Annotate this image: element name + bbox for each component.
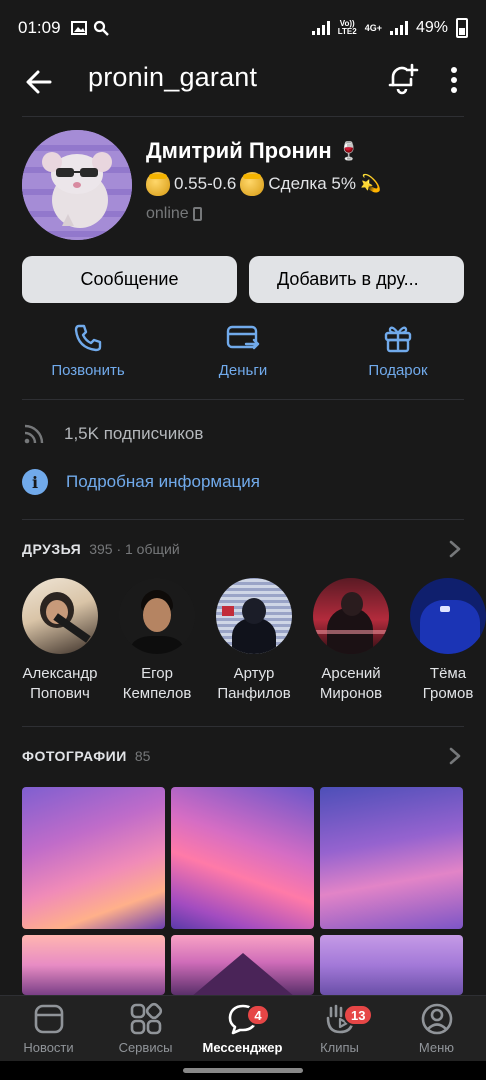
online-status: online	[146, 205, 202, 223]
info-icon: i	[22, 469, 48, 495]
friend-item[interactable]: Егор Кемпелов	[109, 578, 205, 704]
home-gesture-handle[interactable]	[183, 1068, 303, 1073]
rss-icon	[24, 424, 44, 444]
friends-header[interactable]: ДРУЗЬЯ 395 · 1 общий	[22, 541, 180, 557]
clips-badge: 13	[343, 1004, 374, 1026]
friend-item[interactable]: Тёма Громов	[400, 578, 486, 704]
profile-actions: Позвонить Деньги Подарок	[22, 322, 464, 382]
photos-header[interactable]: ФОТОГРАФИИ 85	[22, 748, 150, 764]
profile-status: 0.55-0.6 Сделка 5% 💫	[146, 172, 381, 196]
friend-item[interactable]: Арсений Миронов	[303, 578, 399, 704]
battery-icon	[456, 18, 468, 38]
battery-percent: 49%	[415, 19, 448, 36]
friend-avatar	[22, 578, 98, 654]
add-friend-button[interactable]: Добавить в дру...	[249, 256, 464, 303]
news-icon	[34, 1004, 63, 1034]
profile-menu-icon	[421, 1003, 452, 1035]
friend-item[interactable]: Артур Панфилов	[206, 578, 302, 704]
messenger-badge: 4	[246, 1004, 270, 1026]
friends-divider	[22, 726, 464, 727]
call-action[interactable]: Позвонить	[23, 322, 153, 379]
bell-plus-icon[interactable]	[384, 60, 420, 96]
actions-divider	[22, 399, 464, 400]
status-time: 01:09	[18, 18, 61, 37]
phone-icon	[74, 324, 102, 352]
tab-news[interactable]: Новости	[0, 1002, 97, 1055]
gift-icon	[384, 326, 412, 353]
bottom-tab-bar: Новости Сервисы Мессенджер 4 Клипы 13 Ме…	[0, 995, 486, 1061]
friend-avatar	[313, 578, 389, 654]
status-bar: 01:09 Vo)) LTE2 4G+ 49%	[0, 0, 486, 56]
followers-row[interactable]: 1,5K подписчиков	[22, 419, 203, 449]
photo-thumbnail[interactable]	[22, 935, 165, 995]
tab-clips[interactable]: Клипы 13	[291, 1002, 388, 1055]
header-divider	[22, 116, 464, 117]
friend-item[interactable]: Александр Попович	[12, 578, 108, 704]
details-row[interactable]: i Подробная информация	[22, 467, 260, 497]
more-vertical-icon[interactable]	[444, 62, 464, 98]
system-nav-bar	[0, 1061, 486, 1080]
photo-thumbnail[interactable]	[22, 787, 165, 929]
back-arrow-icon[interactable]	[22, 64, 58, 100]
tab-menu[interactable]: Меню	[388, 1002, 485, 1055]
mobile-device-icon	[192, 207, 202, 221]
money-transfer-icon	[226, 325, 260, 350]
avatar-rat-illustration	[22, 130, 132, 240]
gallery-icon	[70, 21, 87, 35]
tab-messenger[interactable]: Мессенджер 4	[194, 1002, 291, 1055]
info-divider	[22, 519, 464, 520]
friends-list: Александр Попович Егор Кемпелов Артур Панфи…	[14, 578, 486, 708]
photo-thumbnail[interactable]	[320, 935, 463, 995]
signal-icon	[311, 21, 330, 35]
volte-indicator: Vo)) LTE2	[337, 19, 357, 36]
gift-action[interactable]: Подарок	[333, 322, 463, 379]
wine-glass-emoji: 🍷	[337, 140, 361, 161]
dizzy-emoji: 💫	[359, 174, 382, 193]
money-action[interactable]: Деньги	[178, 322, 308, 379]
friend-avatar	[216, 578, 292, 654]
message-button[interactable]: Сообщение	[22, 256, 237, 303]
services-icon	[130, 1002, 162, 1035]
chevron-right-icon[interactable]	[448, 746, 462, 766]
honey-pot-icon	[146, 172, 170, 196]
photo-thumbnail[interactable]	[320, 787, 463, 929]
network-type: 4G+	[364, 23, 382, 33]
photo-thumbnail[interactable]	[171, 787, 314, 929]
profile-avatar[interactable]	[22, 130, 132, 240]
search-icon	[93, 20, 109, 36]
friend-avatar	[410, 578, 486, 654]
chevron-right-icon[interactable]	[448, 539, 462, 559]
page-title: pronin_garant	[88, 62, 258, 92]
top-app-bar: pronin_garant	[0, 56, 486, 116]
honey-pot-icon-2	[240, 172, 265, 196]
friend-avatar	[119, 578, 195, 654]
tab-services[interactable]: Сервисы	[97, 1002, 194, 1055]
signal-icon-2	[389, 21, 408, 35]
photo-thumbnail[interactable]	[171, 935, 314, 995]
profile-name: Дмитрий Пронин 🍷	[146, 138, 361, 163]
